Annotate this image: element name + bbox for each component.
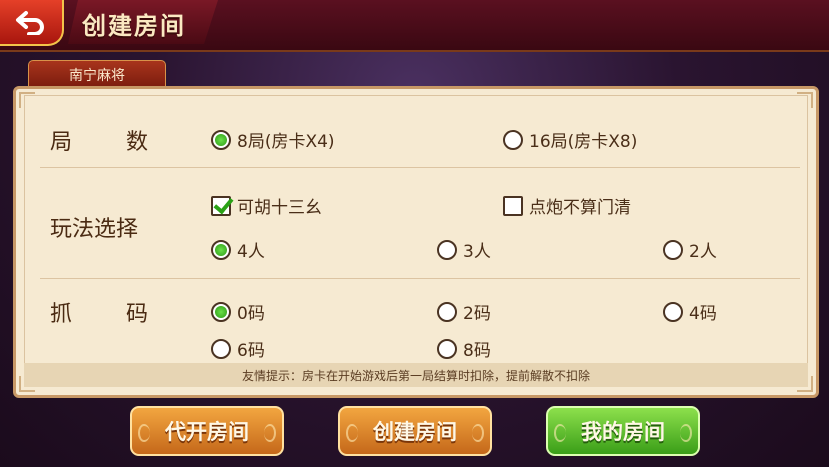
radio-selected-icon (211, 239, 231, 260)
ma-option-0[interactable]: 0码 (211, 299, 265, 324)
checkbox-thirteen-orphans[interactable]: 可胡十三幺 (211, 193, 322, 218)
scroll-ornament-icon (472, 424, 484, 442)
proxy-open-room-button[interactable]: 代开房间 (130, 406, 284, 456)
button-label: 创建房间 (373, 420, 457, 444)
tip-text: 友情提示：房卡在开始游戏后第一局结算时扣除，提前解散不扣除 (24, 363, 808, 387)
rounds-option-8[interactable]: 8局(房卡X4) (211, 127, 335, 152)
rounds-option-16[interactable]: 16局(房卡X8) (503, 127, 637, 152)
radio-icon (211, 338, 231, 359)
radio-icon (437, 338, 457, 359)
option-label: 16局(房卡X8) (529, 132, 638, 152)
players-option-3[interactable]: 3人 (437, 237, 491, 262)
radio-icon (437, 239, 457, 260)
scroll-ornament-icon (138, 424, 150, 442)
divider (40, 167, 800, 168)
page-title: 创建房间 (82, 11, 186, 40)
option-label: 4人 (237, 242, 265, 262)
scroll-ornament-icon (264, 424, 276, 442)
ma-option-6[interactable]: 6码 (211, 336, 265, 361)
option-label: 4码 (689, 304, 717, 324)
settings-panel: 局数 8局(房卡X4) 16局(房卡X8) 玩法选择 可胡十三幺 点炮不算门清 … (13, 86, 819, 398)
radio-icon (663, 301, 683, 322)
option-label: 2人 (689, 242, 717, 262)
checkbox-checked-icon (211, 195, 231, 216)
corner-ornament (19, 92, 35, 108)
corner-ornament (797, 92, 813, 108)
my-rooms-button[interactable]: 我的房间 (546, 406, 700, 456)
checkbox-icon (503, 195, 523, 216)
players-option-2[interactable]: 2人 (663, 237, 717, 262)
rounds-label: 局数 (50, 130, 203, 155)
option-label: 点炮不算门清 (529, 198, 631, 218)
back-button[interactable] (0, 0, 64, 46)
back-arrow-icon (16, 11, 44, 35)
option-label: 3人 (463, 242, 491, 262)
option-label: 8码 (463, 341, 491, 361)
option-label: 0码 (237, 304, 265, 324)
checkbox-no-menqing[interactable]: 点炮不算门清 (503, 193, 631, 218)
divider (40, 278, 800, 279)
scroll-ornament-icon (346, 424, 358, 442)
scroll-ornament-icon (554, 424, 566, 442)
radio-icon (663, 239, 683, 260)
ma-label: 抓码 (50, 302, 203, 327)
ma-option-2[interactable]: 2码 (437, 299, 491, 324)
radio-icon (437, 301, 457, 322)
option-label: 6码 (237, 341, 265, 361)
ma-option-8[interactable]: 8码 (437, 336, 491, 361)
button-label: 我的房间 (581, 420, 665, 444)
option-label: 2码 (463, 304, 491, 324)
button-label: 代开房间 (165, 420, 249, 444)
radio-icon (503, 129, 523, 150)
option-label: 8局(房卡X4) (237, 132, 335, 152)
rules-label: 玩法选择 (50, 217, 139, 242)
radio-selected-icon (211, 301, 231, 322)
radio-selected-icon (211, 129, 231, 150)
scroll-ornament-icon (680, 424, 692, 442)
players-option-4[interactable]: 4人 (211, 237, 265, 262)
option-label: 可胡十三幺 (237, 198, 322, 218)
create-room-button[interactable]: 创建房间 (338, 406, 492, 456)
tab-nanning-mahjong[interactable]: 南宁麻将 (28, 60, 166, 88)
ma-option-4[interactable]: 4码 (663, 299, 717, 324)
